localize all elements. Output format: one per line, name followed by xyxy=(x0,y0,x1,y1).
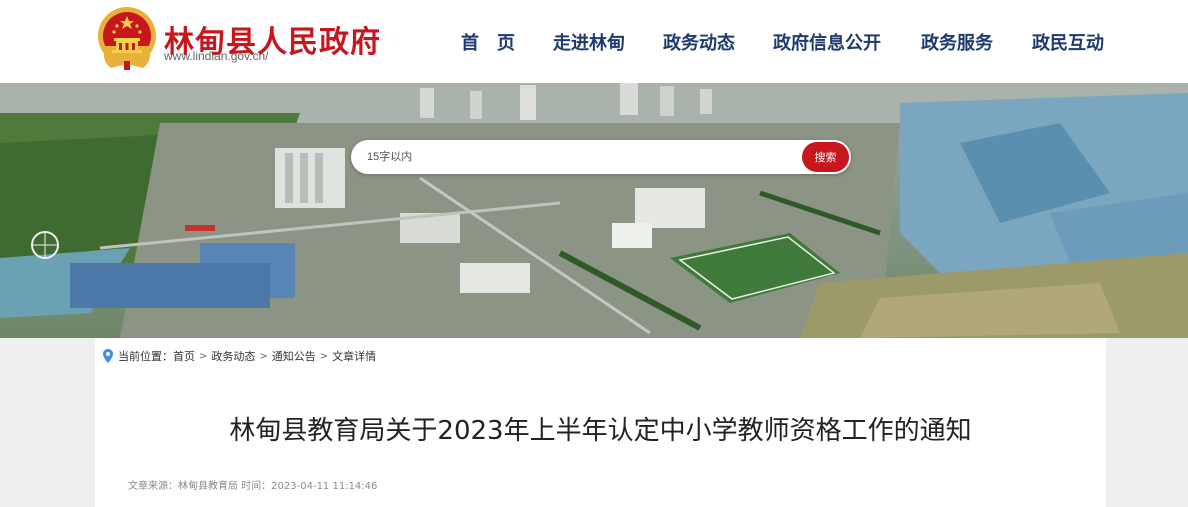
breadcrumb-government-news[interactable]: 政务动态 xyxy=(211,348,255,364)
breadcrumb-notices[interactable]: 通知公告 xyxy=(272,348,316,364)
breadcrumb-separator: > xyxy=(199,350,208,362)
nav-item-government-news[interactable]: 政务动态 xyxy=(663,29,735,55)
nav-item-home[interactable]: 首 页 xyxy=(461,29,515,55)
breadcrumb-separator: > xyxy=(319,350,329,362)
search-input[interactable] xyxy=(367,140,797,174)
site-header: 林甸县人民政府 www.lindian.gov.cn/ 首 页 走进林甸 政务动… xyxy=(0,0,1188,83)
article-title: 林甸县教育局关于2023年上半年认定中小学教师资格工作的通知 xyxy=(229,416,972,446)
search-button[interactable]: 搜索 xyxy=(802,142,849,172)
nav-item-information-disclosure[interactable]: 政府信息公开 xyxy=(773,29,881,55)
breadcrumb-separator: > xyxy=(259,350,268,362)
article-meta: 文章来源：林甸县教育局 时间：2023-04-11 11:14:46 xyxy=(128,481,378,492)
article-container: 当前位置： 首页 > 政务动态 > 通知公告 > 文章详情 林甸县教育局关于20… xyxy=(95,338,1106,507)
nav-item-about-lindian[interactable]: 走进林甸 xyxy=(553,29,625,55)
breadcrumb-prefix: 当前位置： xyxy=(118,350,173,363)
breadcrumb-article-detail: 文章详情 xyxy=(332,350,377,363)
breadcrumb: 当前位置： 首页 > 政务动态 > 通知公告 > 文章详情 xyxy=(103,348,376,364)
main-nav: 首 页 走进林甸 政务动态 政府信息公开 政务服务 政民互动 xyxy=(0,29,1188,55)
city-aerial-banner: 搜索 xyxy=(0,83,1188,338)
breadcrumb-home[interactable]: 首页 xyxy=(173,348,195,364)
aerial-city-image xyxy=(0,83,1188,338)
search-bar: 搜索 xyxy=(351,140,851,174)
nav-item-public-interaction[interactable]: 政民互动 xyxy=(1032,29,1104,55)
nav-item-government-services[interactable]: 政务服务 xyxy=(921,29,993,55)
location-pin-icon xyxy=(103,349,113,363)
